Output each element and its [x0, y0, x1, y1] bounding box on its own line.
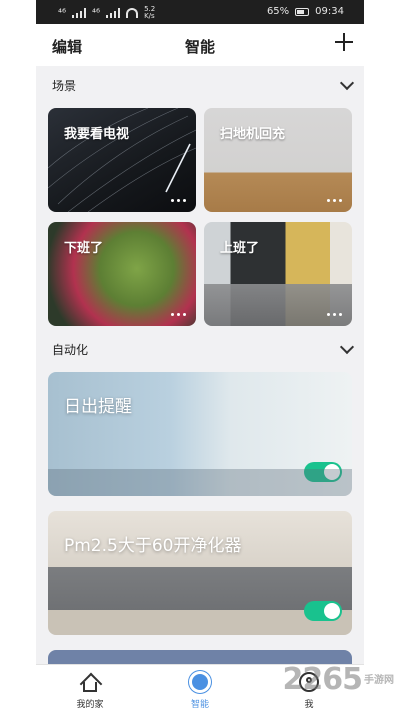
status-right: 65% 09:34	[267, 6, 344, 17]
network-speed: 5.2 K/s	[144, 5, 156, 20]
tab-home[interactable]: 我的家	[55, 665, 125, 711]
status-bar: ⁴⁶ ⁴⁶ 5.2 K/s 65% 09:34	[36, 0, 364, 24]
tab-smart[interactable]: 智能	[165, 665, 235, 711]
scene-name: 上班了	[220, 241, 260, 256]
battery-icon	[295, 7, 310, 16]
more-icon[interactable]	[171, 313, 186, 316]
automation-toggle[interactable]	[304, 462, 342, 482]
automation-card-sunrise[interactable]: 日出提醒	[48, 372, 352, 496]
signal-label-2: ⁴⁶	[92, 7, 101, 19]
automation-section-label: 自动化	[52, 343, 89, 357]
tab-label: 智能	[190, 700, 209, 710]
chevron-down-icon[interactable]	[339, 339, 355, 355]
more-icon[interactable]	[327, 313, 342, 316]
more-icon[interactable]	[327, 199, 342, 202]
app-screen: 编辑 智能 场景 我要看电视 扫地机回充 下班了 上班了 自动化 日出提醒 Pm…	[36, 24, 364, 711]
scene-card-vacuum[interactable]: 扫地机回充	[204, 108, 352, 212]
scenes-section-label: 场景	[52, 79, 77, 93]
automation-name: 日出提醒	[64, 397, 132, 417]
automation-toggle[interactable]	[304, 601, 342, 621]
scene-card-off-work[interactable]: 下班了	[48, 222, 196, 326]
scene-name: 扫地机回充	[220, 127, 286, 142]
top-bar: 编辑 智能	[36, 24, 364, 66]
signal-label-1: ⁴⁶	[58, 7, 67, 19]
chevron-down-icon[interactable]	[339, 75, 355, 91]
scene-card-to-work[interactable]: 上班了	[204, 222, 352, 326]
more-icon[interactable]	[171, 199, 186, 202]
automation-name: Pm2.5大于60开净化器	[64, 536, 242, 556]
automation-section-header[interactable]: 自动化	[36, 334, 364, 364]
sun-icon	[192, 674, 208, 690]
scenes-section-header[interactable]: 场景	[36, 70, 364, 100]
tab-label: 我的家	[76, 700, 104, 710]
scene-name: 我要看电视	[64, 127, 130, 142]
clock: 09:34	[315, 6, 344, 17]
home-icon	[79, 673, 101, 693]
automation-card-purifier[interactable]: Pm2.5大于60开净化器	[48, 511, 352, 635]
wifi-icon	[126, 8, 139, 18]
scene-card-tv[interactable]: 我要看电视	[48, 108, 196, 212]
battery-percent: 65%	[266, 6, 290, 17]
plus-icon[interactable]	[334, 31, 354, 51]
page-title: 智能	[184, 38, 215, 56]
signal-icon-2	[106, 8, 121, 18]
scene-name: 下班了	[64, 241, 104, 256]
status-left: ⁴⁶ ⁴⁶ 5.2 K/s	[58, 6, 155, 20]
signal-icon	[72, 8, 87, 18]
site-watermark: 2265 手游网	[282, 662, 395, 697]
tab-label: 我	[304, 700, 314, 710]
